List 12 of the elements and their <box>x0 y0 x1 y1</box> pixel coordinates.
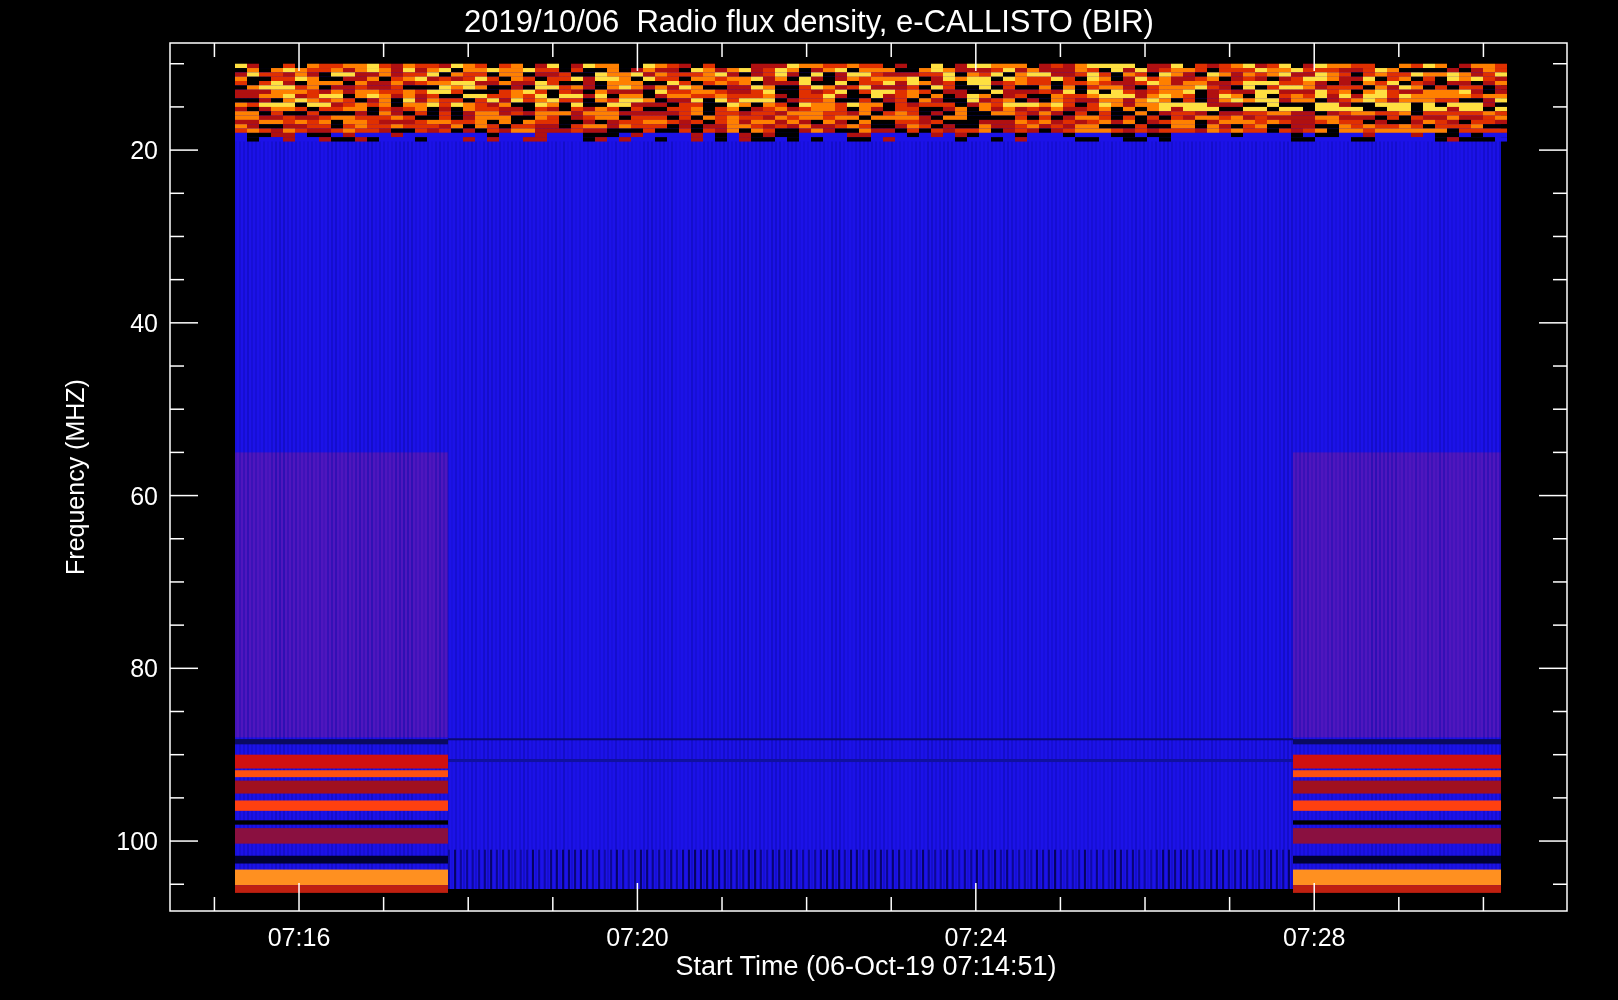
axis-label: Start Time (06-Oct-19 07:14:51) <box>675 951 1057 981</box>
tick-label: 60 <box>130 481 158 510</box>
chart-title: 2019/10/06 Radio flux density, e-CALLISTO (BIR) <box>464 4 1154 39</box>
tick-label: 80 <box>130 654 158 683</box>
tick-label: 07:28 <box>1282 923 1346 951</box>
axis-label: Frequency (MHZ) <box>61 379 89 575</box>
tick-label: 07:24 <box>944 923 1008 951</box>
tick-label: 07:20 <box>606 923 669 951</box>
tick-label: 20 <box>130 136 158 165</box>
tick-label: 100 <box>116 827 158 856</box>
tick-label: 40 <box>130 308 158 337</box>
tick-label: 07:16 <box>267 923 331 951</box>
